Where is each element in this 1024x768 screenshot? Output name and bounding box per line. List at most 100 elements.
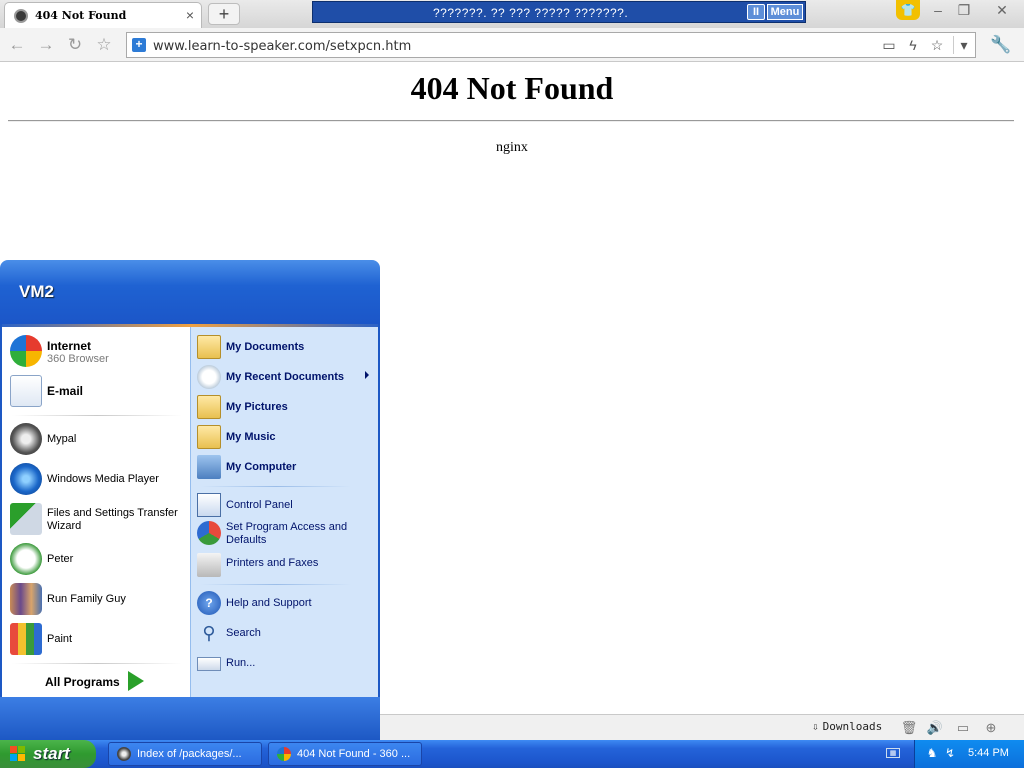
- documents-folder-icon: [197, 335, 221, 359]
- taskbar-button-mypal[interactable]: Index of /packages/...: [108, 742, 262, 766]
- separator: [201, 486, 351, 487]
- pictures-folder-icon: [197, 395, 221, 419]
- place-my-recent-documents[interactable]: My Recent Documents: [197, 365, 375, 391]
- start-label: start: [33, 744, 70, 763]
- media-player-icon: [10, 463, 42, 495]
- paint-icon: [10, 623, 42, 655]
- restore-icon[interactable]: ❐: [952, 1, 976, 19]
- computer-icon: [197, 455, 221, 479]
- recent-mypal[interactable]: Mypal: [10, 423, 190, 457]
- item-label: Internet: [47, 339, 92, 353]
- help-support[interactable]: ? Help and Support: [197, 591, 375, 617]
- clock[interactable]: 5:44 PM: [968, 747, 1009, 759]
- recent-transfer-wizard[interactable]: Files and Settings Transfer Wizard: [10, 503, 190, 537]
- ticker-menu-button[interactable]: Menu: [767, 4, 803, 20]
- tab-active[interactable]: 404 Not Found ×: [4, 2, 202, 28]
- address-bar[interactable]: + ▭ ϟ ☆ ▾: [126, 32, 976, 58]
- item-sublabel: 360 Browser: [47, 353, 109, 365]
- item-label: My Music: [226, 431, 276, 443]
- email-icon: [10, 375, 42, 407]
- start-menu: VM2 Internet 360 Browser E-mail Mypal Wi…: [0, 260, 380, 740]
- start-menu-places: My Documents My Recent Documents My Pict…: [190, 327, 378, 697]
- search-icon: ⚲: [202, 623, 216, 643]
- system-tray: ♞ ↯ 5:44 PM: [914, 740, 1024, 768]
- ticker-pause-button[interactable]: II: [747, 4, 765, 20]
- tray-app-icon[interactable]: ♞: [925, 746, 939, 760]
- help-search[interactable]: ⚲ Search: [197, 621, 375, 647]
- page-heading: 404 Not Found: [410, 70, 614, 106]
- bookmark-star-icon[interactable]: ☆: [927, 36, 947, 54]
- item-label: My Recent Documents: [226, 371, 344, 383]
- recent-media-player[interactable]: Windows Media Player: [10, 463, 190, 497]
- page-favicon-icon: [14, 9, 28, 23]
- window-close-icon[interactable]: ✕: [990, 1, 1014, 19]
- address-dropdown-icon[interactable]: ▾: [953, 36, 974, 54]
- tab-strip: 404 Not Found × + ???????. ?? ??? ????? …: [0, 0, 1024, 28]
- item-label: E-mail: [47, 384, 84, 398]
- transfer-wizard-icon: [10, 503, 42, 535]
- minimize-icon[interactable]: –: [926, 1, 950, 19]
- browser-toolbar: ← → ↻ ☆ + ▭ ϟ ☆ ▾ 🔧: [0, 28, 1024, 62]
- sound-icon[interactable]: 🔊: [926, 719, 944, 737]
- family-guy-icon: [10, 583, 42, 615]
- trash-icon[interactable]: 🗑: [900, 719, 918, 737]
- screen-capture-icon[interactable]: ▭: [879, 36, 899, 54]
- all-programs-button[interactable]: All Programs: [2, 663, 190, 697]
- menu-frame-right: [378, 324, 380, 697]
- peter-icon: [10, 543, 42, 575]
- help-run[interactable]: Run...: [197, 651, 375, 677]
- system-printers[interactable]: Printers and Faxes: [197, 553, 375, 579]
- forward-icon[interactable]: →: [35, 34, 57, 56]
- all-programs-label: All Programs: [45, 675, 120, 689]
- ticker-text: ???????. ?? ??? ????? ???????.: [433, 6, 629, 20]
- downloads-button[interactable]: ⇩ Downloads: [812, 720, 886, 733]
- place-my-computer[interactable]: My Computer: [197, 455, 375, 481]
- url-input[interactable]: [151, 36, 855, 56]
- reload-icon[interactable]: ↻: [64, 34, 86, 56]
- pinned-email[interactable]: E-mail: [10, 375, 190, 409]
- item-label: My Computer: [226, 461, 297, 473]
- taskbar: start Index of /packages/... 404 Not Fou…: [0, 740, 1024, 768]
- speed-mode-icon[interactable]: ϟ: [903, 36, 923, 54]
- place-my-music[interactable]: My Music: [197, 425, 375, 451]
- system-control-panel[interactable]: Control Panel: [197, 493, 375, 519]
- divider: [8, 120, 1014, 122]
- 360-browser-icon: [277, 747, 291, 761]
- keyboard-icon[interactable]: ▦: [886, 748, 900, 758]
- recent-paint[interactable]: Paint: [10, 623, 190, 657]
- system-program-access[interactable]: Set Program Access and Defaults: [197, 521, 375, 547]
- back-icon[interactable]: ←: [6, 34, 28, 56]
- item-label: Files and Settings Transfer Wizard: [47, 507, 178, 532]
- place-my-documents[interactable]: My Documents: [197, 335, 375, 361]
- skin-shirt-icon[interactable]: 👕: [896, 0, 920, 20]
- taskbar-button-360[interactable]: 404 Not Found - 360 ...: [268, 742, 422, 766]
- item-label: Help and Support: [226, 597, 312, 609]
- server-name: nginx: [496, 140, 528, 155]
- network-icon[interactable]: ↯: [943, 746, 957, 760]
- control-panel-icon: [197, 493, 221, 517]
- windows-flag-icon: [10, 746, 26, 762]
- tab-close-icon[interactable]: ×: [186, 7, 194, 23]
- item-label: Windows Media Player: [47, 473, 159, 485]
- window-icon[interactable]: ▭: [954, 719, 972, 737]
- music-folder-icon: [197, 425, 221, 449]
- favorite-star-icon[interactable]: ☆: [93, 34, 115, 56]
- 360-browser-icon: [10, 335, 42, 367]
- user-name: VM2: [19, 282, 54, 301]
- separator: [201, 584, 351, 585]
- recent-peter[interactable]: Peter: [10, 543, 190, 577]
- run-icon: [197, 657, 221, 671]
- start-button[interactable]: start: [0, 740, 96, 768]
- program-access-icon: [197, 521, 221, 545]
- site-info-icon[interactable]: +: [132, 38, 146, 52]
- tools-wrench-icon[interactable]: 🔧: [990, 34, 1012, 56]
- pinned-internet[interactable]: Internet 360 Browser: [10, 335, 190, 369]
- recent-family-guy[interactable]: Run Family Guy: [10, 583, 190, 617]
- tab-title: 404 Not Found: [35, 9, 127, 22]
- start-menu-programs: Internet 360 Browser E-mail Mypal Window…: [2, 327, 190, 697]
- news-ticker[interactable]: ???????. ?? ??? ????? ???????. II Menu: [312, 1, 806, 23]
- item-label: Search: [226, 627, 261, 639]
- new-tab-button[interactable]: +: [208, 3, 240, 25]
- zoom-icon[interactable]: ⊕: [982, 719, 1000, 737]
- place-my-pictures[interactable]: My Pictures: [197, 395, 375, 421]
